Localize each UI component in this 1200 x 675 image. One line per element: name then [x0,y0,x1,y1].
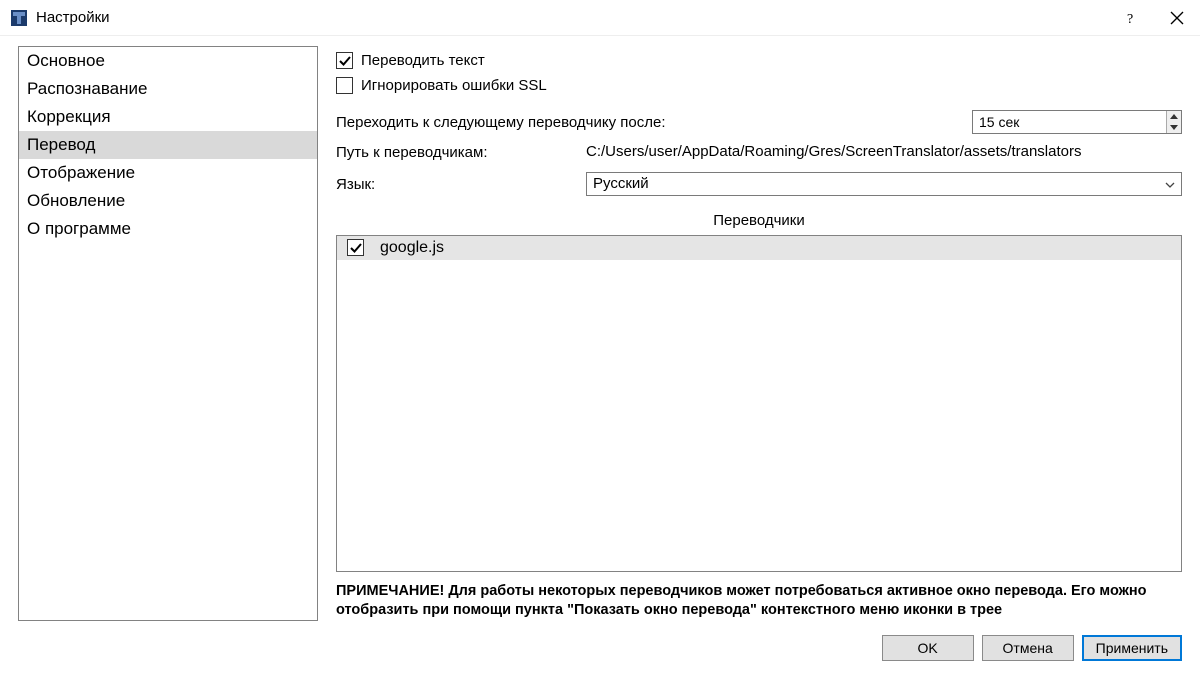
language-row: Язык: Русский [336,172,1182,196]
next-translator-input[interactable] [973,111,1166,133]
translator-label-0: google.js [380,239,444,257]
ok-button[interactable]: OK [882,635,974,661]
language-label: Язык: [336,174,586,193]
close-button[interactable] [1154,0,1200,36]
settings-window: Настройки ? ОсновноеРаспознаваниеКоррекц… [0,0,1200,675]
ignore-ssl-label: Игнорировать ошибки SSL [361,77,547,94]
translators-list: google.js [336,235,1182,572]
translate-text-row: Переводить текст [336,52,1182,69]
translate-text-checkbox[interactable] [336,52,353,69]
sidebar-item-1[interactable]: Распознавание [19,75,317,103]
next-translator-label: Переходить к следующему переводчику посл… [336,114,666,131]
window-title: Настройки [36,9,110,26]
translator-checkbox-0[interactable] [347,239,364,256]
titlebar: Настройки ? [0,0,1200,36]
sidebar-item-2[interactable]: Коррекция [19,103,317,131]
language-value: Русский [593,175,1159,192]
sidebar: ОсновноеРаспознаваниеКоррекцияПереводОто… [18,46,318,621]
language-select[interactable]: Русский [586,172,1182,196]
sidebar-item-4[interactable]: Отображение [19,159,317,187]
translators-path-label: Путь к переводчикам: [336,142,586,161]
next-translator-spinbox[interactable] [972,110,1182,134]
translate-text-label: Переводить текст [361,52,485,69]
next-translator-row: Переходить к следующему переводчику посл… [336,110,1182,134]
sidebar-item-5[interactable]: Обновление [19,187,317,215]
help-button[interactable]: ? [1108,0,1154,36]
main-panel: Переводить текст Игнорировать ошибки SSL… [336,46,1182,621]
sidebar-item-6[interactable]: О программе [19,215,317,243]
sidebar-item-3[interactable]: Перевод [19,131,317,159]
app-icon [10,9,28,27]
ignore-ssl-checkbox[interactable] [336,77,353,94]
dialog-body: ОсновноеРаспознаваниеКоррекцияПереводОто… [0,36,1200,629]
sidebar-item-0[interactable]: Основное [19,47,317,75]
cancel-button[interactable]: Отмена [982,635,1074,661]
apply-button[interactable]: Применить [1082,635,1182,661]
translators-heading: Переводчики [336,212,1182,229]
svg-text:?: ? [1127,12,1133,25]
translators-path-value: C:/Users/user/AppData/Roaming/Gres/Scree… [586,142,1182,162]
spin-up-button[interactable] [1167,111,1181,122]
spin-down-button[interactable] [1167,122,1181,133]
ignore-ssl-row: Игнорировать ошибки SSL [336,77,1182,94]
chevron-down-icon [1159,175,1175,192]
translators-path-row: Путь к переводчикам: C:/Users/user/AppDa… [336,142,1182,162]
dialog-footer: OK Отмена Применить [0,629,1200,675]
note-text: ПРИМЕЧАНИЕ! Для работы некоторых перевод… [336,582,1182,621]
translator-item-0[interactable]: google.js [337,236,1181,260]
